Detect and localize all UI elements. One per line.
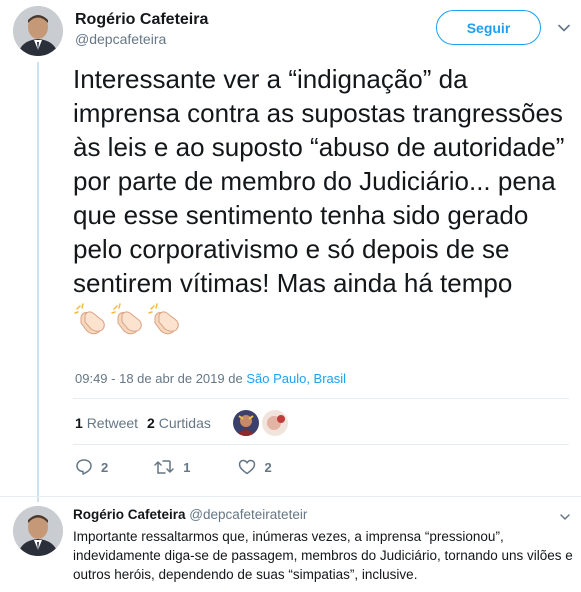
thread-connector-line <box>37 62 39 502</box>
clapping-hands-icon <box>74 303 105 335</box>
tweet-stats: 1 Retweet 2 Curtidas <box>75 415 211 431</box>
author-name[interactable]: Rogério Cafeteira <box>75 11 208 29</box>
tweet-text: Interessante ver a “indignação” da impre… <box>73 62 573 337</box>
reply-author-handle[interactable]: @depcafeteirateteir <box>189 507 307 522</box>
follow-button-label: Seguir <box>466 19 511 36</box>
tweet-location-link[interactable]: São Paulo, Brasil <box>246 371 346 386</box>
author-handle[interactable]: @depcafeteira <box>75 31 166 47</box>
liker-avatar[interactable] <box>233 410 259 436</box>
clapping-hands-icon <box>111 303 142 335</box>
author-avatar[interactable] <box>13 6 63 56</box>
retweets-stat[interactable]: 1 Retweet <box>75 415 138 431</box>
tweet-body: Interessante ver a “indignação” da impre… <box>73 64 565 298</box>
retweet-icon <box>154 460 174 474</box>
like-action[interactable]: 2 <box>238 458 272 476</box>
liker-avatars <box>233 410 288 436</box>
clapping-hands-icon <box>148 303 179 335</box>
reply-count: 2 <box>101 459 109 475</box>
reply-header: Rogério Cafeteira @depcafeteirateteir <box>73 507 307 522</box>
tweet-actions: 2 1 2 <box>75 458 272 476</box>
reply-author-avatar[interactable] <box>13 506 63 556</box>
follow-button[interactable]: Seguir <box>436 10 541 45</box>
reply-text: Importante ressaltarmos que, inúmeras ve… <box>73 529 573 582</box>
reply-author-name[interactable]: Rogério Cafeteira <box>73 507 186 522</box>
chevron-down-icon[interactable] <box>559 511 571 523</box>
likes-stat[interactable]: 2 Curtidas <box>147 415 211 431</box>
chevron-down-icon[interactable] <box>557 21 571 35</box>
reply-action[interactable]: 2 <box>75 458 108 476</box>
divider <box>0 496 581 497</box>
heart-icon <box>239 459 256 475</box>
tweet-meta: 09:49 - 18 de abr de 2019 de São Paulo, … <box>75 371 346 386</box>
retweet-count: 1 <box>183 459 191 475</box>
divider <box>73 444 569 445</box>
retweet-action[interactable]: 1 <box>153 458 190 476</box>
tweet-timestamp[interactable]: 09:49 - 18 de abr de 2019 de <box>75 371 243 386</box>
divider <box>73 398 569 399</box>
emoji-row <box>73 303 181 337</box>
liker-avatar[interactable] <box>262 410 288 436</box>
reply-icon <box>76 459 92 475</box>
like-count: 2 <box>264 459 272 475</box>
